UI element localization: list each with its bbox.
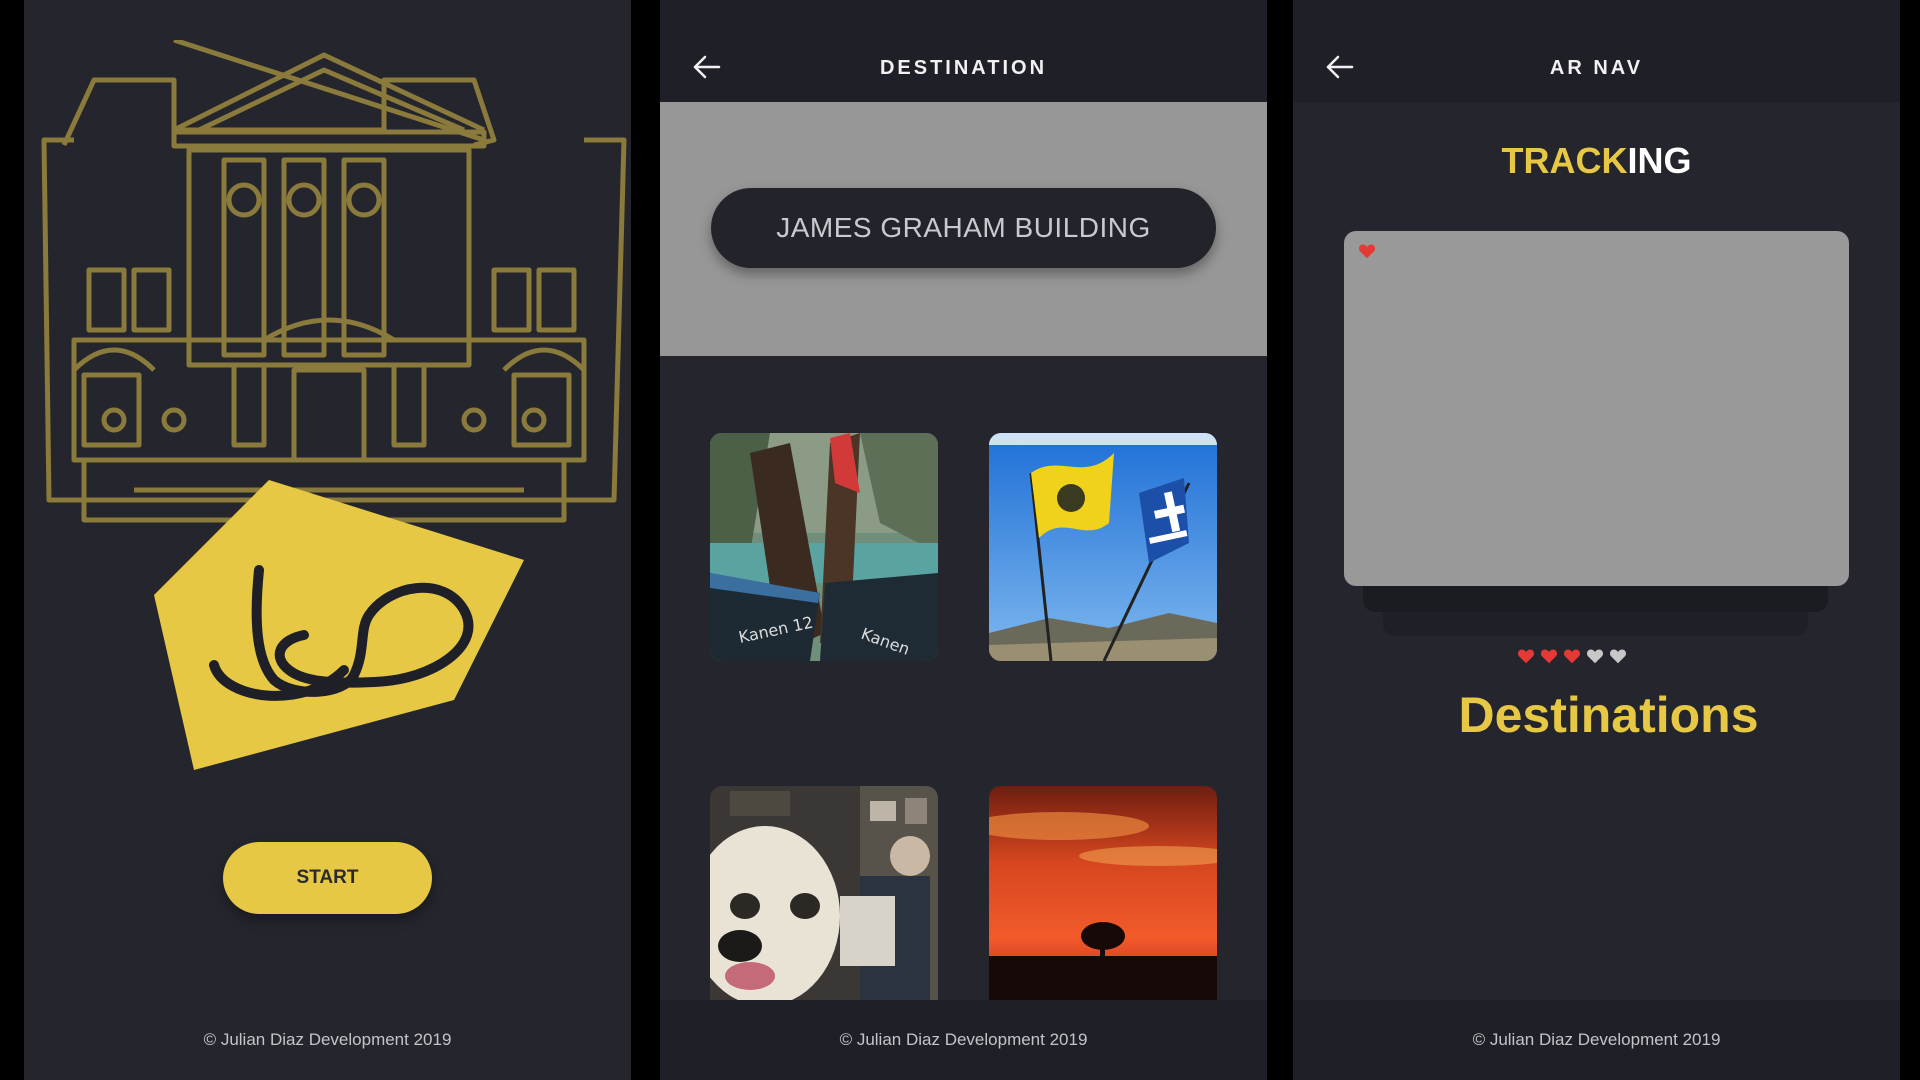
longtail-boats-photo[interactable]: Kanen 12 Kanen xyxy=(710,433,938,661)
tracking-heading: TRACKING xyxy=(1293,140,1900,182)
ar-view-card[interactable] xyxy=(1344,231,1849,586)
footer-copyright: © Julian Diaz Development 2019 xyxy=(1293,1000,1900,1080)
app-bar: AR NAV xyxy=(1293,0,1900,102)
destination-screen: DESTINATION JAMES GRAHAM BUILDING Kanen … xyxy=(660,0,1267,1080)
start-screen: START © Julian Diaz Development 2019 xyxy=(24,0,631,1080)
sunset-tree-photo[interactable] xyxy=(989,786,1217,1002)
heart-icon[interactable] xyxy=(1586,648,1604,664)
tracking-part2: ING xyxy=(1627,140,1692,181)
app-logo xyxy=(154,480,524,770)
page-title: AR NAV xyxy=(1549,57,1644,79)
tracking-part1: TRACK xyxy=(1501,140,1628,181)
heart-icon[interactable] xyxy=(1358,243,1376,259)
heart-icon[interactable] xyxy=(1563,648,1581,664)
heart-icon[interactable] xyxy=(1540,648,1558,664)
greek-flags-photo[interactable] xyxy=(989,433,1217,661)
page-title: DESTINATION xyxy=(879,57,1048,79)
ar-nav-screen: AR NAV TRACKING Destinations © Julian Di… xyxy=(1293,0,1900,1080)
rating-hearts xyxy=(1517,648,1627,666)
app-bar: DESTINATION xyxy=(660,0,1267,102)
heart-icon[interactable] xyxy=(1609,648,1627,664)
start-button[interactable]: START xyxy=(223,842,432,914)
footer-copyright: © Julian Diaz Development 2019 xyxy=(660,1000,1267,1080)
destinations-label: Destinations xyxy=(1458,687,1759,743)
destination-field[interactable]: JAMES GRAHAM BUILDING xyxy=(711,188,1216,268)
heart-icon[interactable] xyxy=(1517,648,1535,664)
footer-copyright: © Julian Diaz Development 2019 xyxy=(203,1030,452,1049)
dog-and-man-photo[interactable] xyxy=(710,786,938,1002)
destination-header: JAMES GRAHAM BUILDING xyxy=(660,102,1267,356)
